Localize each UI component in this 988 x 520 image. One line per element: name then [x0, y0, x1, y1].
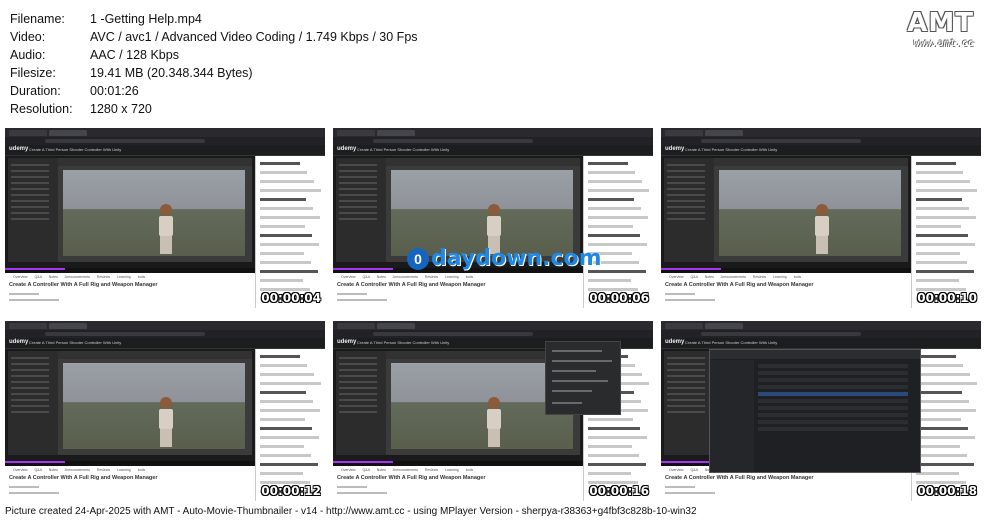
video-thumbnail: udemy Create A Third Person Shooter Contr… — [661, 321, 981, 501]
video-player — [5, 156, 255, 268]
course-title: Create A Controller With A Full Rig and … — [665, 475, 814, 481]
udemy-logo: udemy — [665, 339, 685, 345]
video-thumbnail: udemy Create A Third Person Shooter Contr… — [661, 128, 981, 308]
info-key: Filesize: — [10, 66, 56, 80]
info-key: Resolution: — [10, 102, 73, 116]
video-thumbnail: udemy Create A Third Person Shooter Contr… — [333, 128, 653, 308]
info-value: 1280 x 720 — [90, 102, 152, 116]
watermark-text: daydown.com — [431, 246, 602, 271]
course-title: Create A Controller With A Full Rig and … — [337, 282, 486, 288]
info-value: 00:01:26 — [90, 84, 139, 98]
info-key: Duration: — [10, 84, 61, 98]
course-content-sidebar — [255, 156, 325, 308]
lecture-tabs: Overview Q&A Notes Announcements Reviews… — [341, 275, 474, 279]
udemy-logo: udemy — [665, 146, 685, 152]
udemy-logo: udemy — [337, 339, 357, 345]
course-header-title: Create A Third Person Shooter Controller… — [29, 340, 122, 345]
course-header-title: Create A Third Person Shooter Controller… — [29, 147, 122, 152]
course-title: Create A Controller With A Full Rig and … — [665, 282, 814, 288]
course-content-sidebar — [583, 156, 653, 308]
video-thumbnail: udemy Create A Third Person Shooter Contr… — [5, 321, 325, 501]
lecture-tabs: Overview Q&A Notes Announcements Reviews… — [669, 275, 802, 279]
info-value: 1 -Getting Help.mp4 — [90, 12, 202, 26]
timestamp-label: 00:00:04 — [261, 291, 321, 305]
video-player — [5, 349, 255, 461]
course-header-title: Create A Third Person Shooter Controller… — [357, 340, 450, 345]
thumbnail-grid: udemy Create A Third Person Shooter Contr… — [5, 128, 981, 501]
video-thumbnail: udemy Create A Third Person Shooter Contr… — [5, 128, 325, 308]
course-header-title: Create A Third Person Shooter Controller… — [685, 340, 778, 345]
info-key: Filename: — [10, 12, 65, 26]
amt-logo: AMT www.amt.cc — [907, 8, 974, 49]
info-row-resolution: Resolution: 1280 x 720 — [10, 100, 418, 118]
amt-logo-url: www.amt.cc — [913, 38, 974, 49]
info-row-duration: Duration: 00:01:26 — [10, 82, 418, 100]
udemy-logo: udemy — [9, 146, 29, 152]
udemy-logo: udemy — [337, 146, 357, 152]
timestamp-label: 00:00:18 — [917, 484, 977, 498]
info-value: AVC / avc1 / Advanced Video Coding / 1.7… — [90, 30, 418, 44]
lecture-tabs: Overview Q&A Notes Announcements Reviews… — [13, 468, 146, 472]
course-title: Create A Controller With A Full Rig and … — [9, 475, 158, 481]
info-key: Audio: — [10, 48, 46, 62]
info-row-filename: Filename: 1 -Getting Help.mp4 — [10, 10, 418, 28]
info-row-video: Video: AVC / avc1 / Advanced Video Coding… — [10, 28, 418, 46]
video-player — [661, 156, 911, 268]
course-title: Create A Controller With A Full Rig and … — [337, 475, 486, 481]
timestamp-label: 00:00:06 — [589, 291, 649, 305]
file-info-panel: Filename: 1 -Getting Help.mp4 Video: AVC /… — [10, 10, 418, 118]
watermark-circle: 0 — [407, 247, 429, 270]
course-title: Create A Controller With A Full Rig and … — [9, 282, 158, 288]
daydown-watermark: 0 daydown.com — [407, 246, 602, 271]
video-thumbnail: udemy Create A Third Person Shooter Contr… — [333, 321, 653, 501]
course-header-title: Create A Third Person Shooter Controller… — [685, 147, 778, 152]
info-key: Video: — [10, 30, 46, 44]
course-content-sidebar — [911, 156, 981, 308]
timestamp-label: 00:00:10 — [917, 291, 977, 305]
info-row-filesize: Filesize: 19.41 MB (20.348.344 Bytes) — [10, 64, 418, 82]
lecture-tabs: Overview Q&A Notes Announcements Reviews… — [341, 468, 474, 472]
footer-caption: Picture created 24-Apr-2025 with AMT - A… — [5, 506, 697, 517]
course-content-sidebar — [911, 349, 981, 501]
timestamp-label: 00:00:12 — [261, 484, 321, 498]
info-value: AAC / 128 Kbps — [90, 48, 179, 62]
info-row-audio: Audio: AAC / 128 Kbps — [10, 46, 418, 64]
lecture-tabs: Overview Q&A Notes Announcements Reviews… — [13, 275, 146, 279]
info-value: 19.41 MB (20.348.344 Bytes) — [90, 66, 253, 80]
course-header-title: Create A Third Person Shooter Controller… — [357, 147, 450, 152]
amt-logo-text: AMT — [907, 8, 974, 38]
course-content-sidebar — [255, 349, 325, 501]
context-menu — [545, 341, 621, 415]
udemy-logo: udemy — [9, 339, 29, 345]
file-open-dialog — [709, 349, 921, 473]
timestamp-label: 00:00:16 — [589, 484, 649, 498]
